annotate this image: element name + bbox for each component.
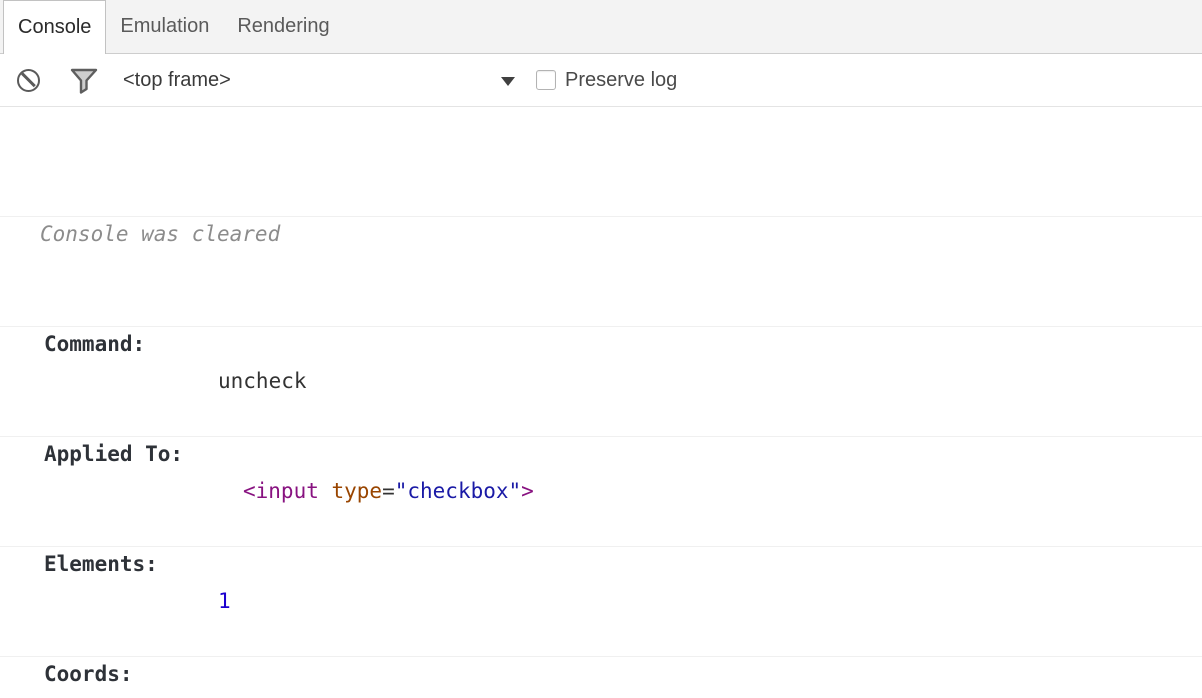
tab-rendering[interactable]: Rendering bbox=[223, 0, 343, 53]
html-attr-name: type bbox=[319, 479, 382, 503]
tab-emulation[interactable]: Emulation bbox=[106, 0, 223, 53]
chevron-down-icon bbox=[501, 77, 515, 86]
elements-value: 1 bbox=[218, 583, 231, 620]
applied-to-element[interactable]: <input type="checkbox"> bbox=[243, 473, 534, 510]
elements-row: Elements: 1 bbox=[0, 509, 1202, 547]
html-tag-close: > bbox=[521, 479, 534, 503]
command-row: Command: uncheck bbox=[0, 289, 1202, 327]
frame-selector[interactable]: <top frame> bbox=[0, 54, 520, 106]
coords-label: Coords: bbox=[44, 656, 133, 693]
command-value: uncheck bbox=[218, 363, 307, 400]
frame-selector-value: <top frame> bbox=[123, 54, 231, 106]
html-equals: = bbox=[382, 479, 395, 503]
applied-to-label: Applied To: bbox=[44, 436, 183, 473]
console-cleared-text: Console was cleared bbox=[40, 216, 280, 253]
console-toolbar: <top frame> Preserve log bbox=[0, 54, 1202, 107]
console-output: Console was cleared Command: uncheck App… bbox=[0, 107, 1202, 698]
applied-to-row: Applied To: <input type="checkbox"> bbox=[0, 399, 1202, 437]
html-tag-open: <input bbox=[243, 479, 319, 503]
preserve-log-checkbox[interactable] bbox=[536, 70, 556, 90]
devtools-console-panel: Console Emulation Rendering <top frame> … bbox=[0, 0, 1202, 698]
command-label: Command: bbox=[44, 326, 145, 363]
tab-bar: Console Emulation Rendering bbox=[0, 0, 1202, 54]
tab-console[interactable]: Console bbox=[3, 0, 106, 54]
coords-row: Coords: Object {x: 406, y: 835} bbox=[0, 619, 1202, 657]
console-cleared-row: Console was cleared bbox=[0, 179, 1202, 217]
html-attr-value: "checkbox" bbox=[395, 479, 521, 503]
preserve-log-label[interactable]: Preserve log bbox=[565, 54, 677, 106]
coords-object-preview[interactable]: Object {x: 406, y: 835} bbox=[218, 693, 509, 698]
elements-label: Elements: bbox=[44, 546, 158, 583]
